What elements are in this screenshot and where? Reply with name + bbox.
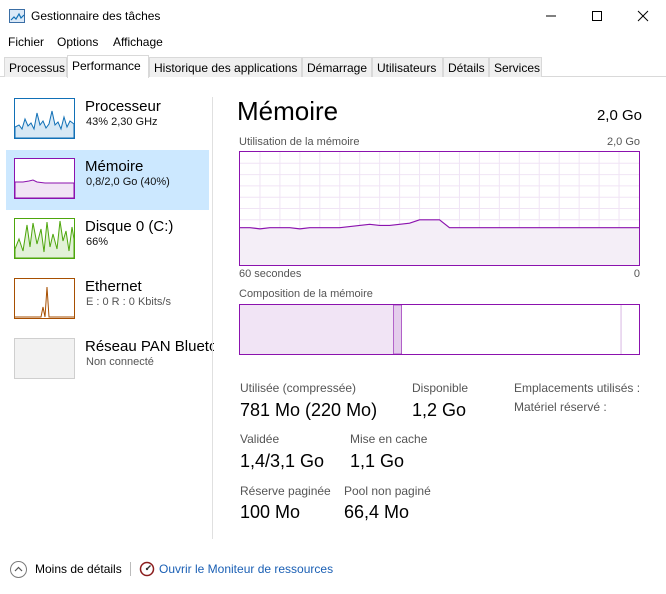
tab-startup[interactable]: Démarrage [302,57,372,77]
sidebar-item-value: 66% [86,236,109,248]
memory-composition-bar [239,304,640,355]
available-value: 1,2 Go [412,400,467,420]
available-label: Disponible [412,381,469,395]
memory-total: 2,0 Go [596,107,642,124]
sidebar-item-value: Non connecté [86,356,154,368]
tab-performance[interactable]: Performance [67,55,149,78]
committed-label: Validée [240,432,280,446]
ethernet-thumbnail-graph [14,278,75,319]
maximize-button[interactable] [574,0,620,32]
hardware-reserved-label: Matériel réservé : [514,400,607,414]
menu-bar: Fichier Options Affichage [0,32,666,52]
sidebar-item-disk[interactable]: Disque 0 (C:) 66% [6,210,209,270]
composition-modified [393,304,402,355]
footer-separator [130,562,131,576]
sidebar-item-memory[interactable]: Mémoire 0,8/2,0 Go (40%) [6,150,209,210]
used-value: 781 Mo (220 Mo) [240,400,378,420]
title-bar: Gestionnaire des tâches [0,0,666,32]
cached-label: Mise en cache [350,432,428,446]
sidebar-item-ethernet[interactable]: Ethernet E : 0 R : 0 Kbits/s [6,270,209,330]
usage-graph-label: Utilisation de la mémoire [239,136,360,148]
sidebar-item-bluetooth-pan[interactable]: Réseau PAN Bluetooth Non connecté [6,330,214,390]
tab-services[interactable]: Services [489,57,542,77]
open-resource-monitor-link[interactable]: Ouvrir le Moniteur de ressources [159,562,333,576]
menu-view[interactable]: Affichage [113,35,163,49]
sidebar-item-value: 0,8/2,0 Go (40%) [86,176,170,188]
footer: Moins de détails Ouvrir le Moniteur de r… [0,554,666,584]
sidebar-item-cpu[interactable]: Processeur 43% 2,30 GHz [6,90,209,150]
nonpaged-pool-value: 66,4 Mo [344,502,410,522]
sidebar-item-value: 43% 2,30 GHz [86,116,158,128]
memory-thumbnail-graph [14,158,75,199]
resource-sidebar: Processeur 43% 2,30 GHz Mémoire 0,8/2,0 … [0,90,214,540]
fewer-details-button[interactable]: Moins de détails [35,562,122,576]
resource-monitor-icon[interactable] [139,561,155,577]
disk-thumbnail-graph [14,218,75,259]
paged-pool-label: Réserve paginée [240,484,331,498]
sidebar-item-label: Réseau PAN Bluetooth [85,338,214,355]
paged-pool-value: 100 Mo [240,502,301,522]
sidebar-item-value: E : 0 R : 0 Kbits/s [86,296,171,308]
memory-usage-graph [239,151,640,266]
page-title: Mémoire [237,96,339,126]
sidebar-item-label: Mémoire [85,158,144,175]
tab-processes[interactable]: Processus [4,57,67,77]
cached-value: 1,1 Go [350,451,405,471]
tab-details[interactable]: Détails [443,57,489,77]
sidebar-item-label: Disque 0 (C:) [85,218,174,235]
menu-file[interactable]: Fichier [8,35,44,49]
close-button[interactable] [620,0,666,32]
committed-value: 1,4/3,1 Go [240,451,325,471]
window-title: Gestionnaire des tâches [31,9,161,23]
sidebar-item-label: Ethernet [85,278,142,295]
minimize-button[interactable] [528,0,574,32]
tab-bar: Processus Performance Historique des app… [0,55,666,78]
nonpaged-pool-label: Pool non paginé [344,484,431,498]
bluetooth-thumbnail-graph [14,338,75,379]
composition-in-use [240,305,394,354]
chevron-up-icon[interactable] [10,561,27,578]
slots-used-label: Emplacements utilisés : [514,381,641,395]
time-axis-end: 0 [633,268,640,280]
used-label: Utilisée (compressée) [240,381,357,395]
time-axis-start: 60 secondes [239,268,302,280]
sidebar-divider [212,97,213,539]
menu-options[interactable]: Options [57,35,98,49]
usage-graph-max: 2,0 Go [606,136,640,148]
task-manager-icon [9,9,25,23]
memory-composition-chart [240,304,622,355]
tab-app-history[interactable]: Historique des applications [149,57,302,77]
composition-label: Composition de la mémoire [239,288,373,300]
cpu-thumbnail-graph [14,98,75,139]
sidebar-item-label: Processeur [85,98,161,115]
memory-usage-chart [240,152,639,265]
tab-users[interactable]: Utilisateurs [372,57,443,77]
